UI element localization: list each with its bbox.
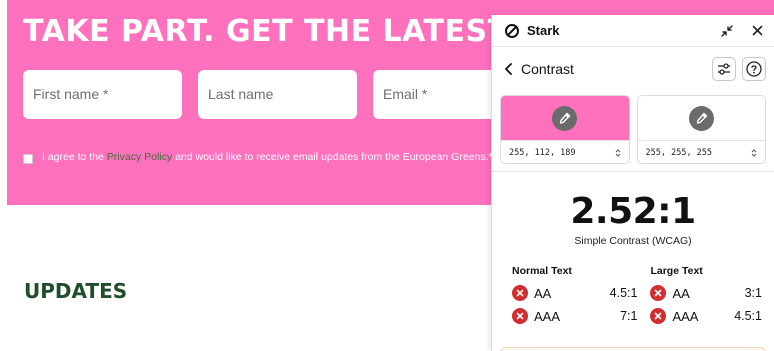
fail-icon: [512, 308, 528, 324]
result-row: AAA 4.5:1: [650, 305, 762, 327]
chevron-left-icon[interactable]: [503, 62, 515, 76]
consent-text-end: and would like to receive email updates …: [172, 151, 493, 163]
background-value-input[interactable]: 255, 255, 255: [637, 140, 765, 163]
result-requirement: 4.5:1: [734, 309, 762, 323]
result-requirement: 3:1: [744, 286, 762, 300]
stark-logo-icon: [505, 23, 519, 38]
normal-text-heading: Normal Text: [512, 265, 572, 277]
large-text-heading: Large Text: [650, 265, 703, 277]
large-text-results: Large Text AA 3:1 AAA 4.5:1: [650, 265, 762, 327]
email-placeholder: Email *: [383, 86, 428, 102]
first-name-placeholder: First name *: [33, 86, 109, 102]
result-level: AAA: [672, 308, 699, 324]
result-row: AAA 7:1: [512, 305, 637, 327]
email-field[interactable]: Email *: [373, 70, 503, 119]
help-icon: [746, 61, 762, 77]
nav-row: Contrast: [492, 47, 774, 91]
updates-heading: UPDATES: [24, 279, 128, 303]
wcag-results: Normal Text AA 4.5:1 AAA 7:1 Large Text …: [492, 265, 774, 327]
background-swatch: 255, 255, 255: [636, 95, 766, 164]
foreground-value-input[interactable]: 255, 112, 189: [501, 140, 629, 163]
nav-title: Contrast: [521, 61, 574, 77]
foreground-color-preview: [501, 96, 629, 140]
fail-icon: [512, 285, 528, 301]
settings-button[interactable]: [712, 57, 736, 81]
privacy-policy-link[interactable]: Privacy Policy: [107, 151, 172, 163]
foreground-value: 255, 112, 189: [509, 148, 576, 158]
result-requirement: 4.5:1: [609, 286, 638, 300]
help-button[interactable]: [742, 57, 766, 81]
consent-row: I agree to the Privacy Policy and would …: [23, 150, 493, 164]
fail-icon: [650, 308, 667, 324]
eyedropper-icon[interactable]: [552, 105, 578, 131]
last-name-field[interactable]: Last name: [198, 70, 357, 119]
eyedropper-icon[interactable]: [688, 105, 714, 131]
minimize-icon[interactable]: [720, 24, 734, 38]
sliders-icon: [718, 63, 730, 75]
result-row: AA 4.5:1: [512, 282, 637, 304]
result-level: AA: [534, 285, 552, 301]
background-color-preview: [637, 96, 765, 140]
stepper-icon[interactable]: [615, 148, 621, 158]
consent-text-start: I agree to the: [42, 151, 107, 163]
background-value: 255, 255, 255: [645, 148, 713, 158]
next-section-card: [500, 347, 766, 351]
divider: [492, 171, 774, 172]
contrast-method-label: Simple Contrast (WCAG): [574, 235, 692, 247]
last-name-placeholder: Last name: [208, 86, 274, 102]
stepper-icon[interactable]: [751, 148, 757, 158]
contrast-ratio: 2.52:1: [570, 191, 696, 232]
result-requirement: 7:1: [620, 309, 638, 323]
fail-icon: [650, 285, 667, 301]
brand-name: Stark: [527, 23, 560, 38]
result-level: AA: [672, 285, 690, 301]
close-icon[interactable]: [750, 24, 764, 38]
result-level: AAA: [534, 308, 561, 324]
foreground-swatch: 255, 112, 189: [500, 95, 630, 164]
consent-checkbox[interactable]: [23, 154, 33, 164]
panel-header: Stark: [492, 15, 774, 47]
first-name-field[interactable]: First name *: [23, 70, 182, 119]
consent-text: I agree to the Privacy Policy and would …: [42, 151, 493, 163]
normal-text-results: Normal Text AA 4.5:1 AAA 7:1: [512, 265, 637, 327]
stark-panel: Stark Contrast 255, 112, 189 255, 255, 2…: [491, 15, 774, 351]
result-row: AA 3:1: [650, 282, 762, 304]
